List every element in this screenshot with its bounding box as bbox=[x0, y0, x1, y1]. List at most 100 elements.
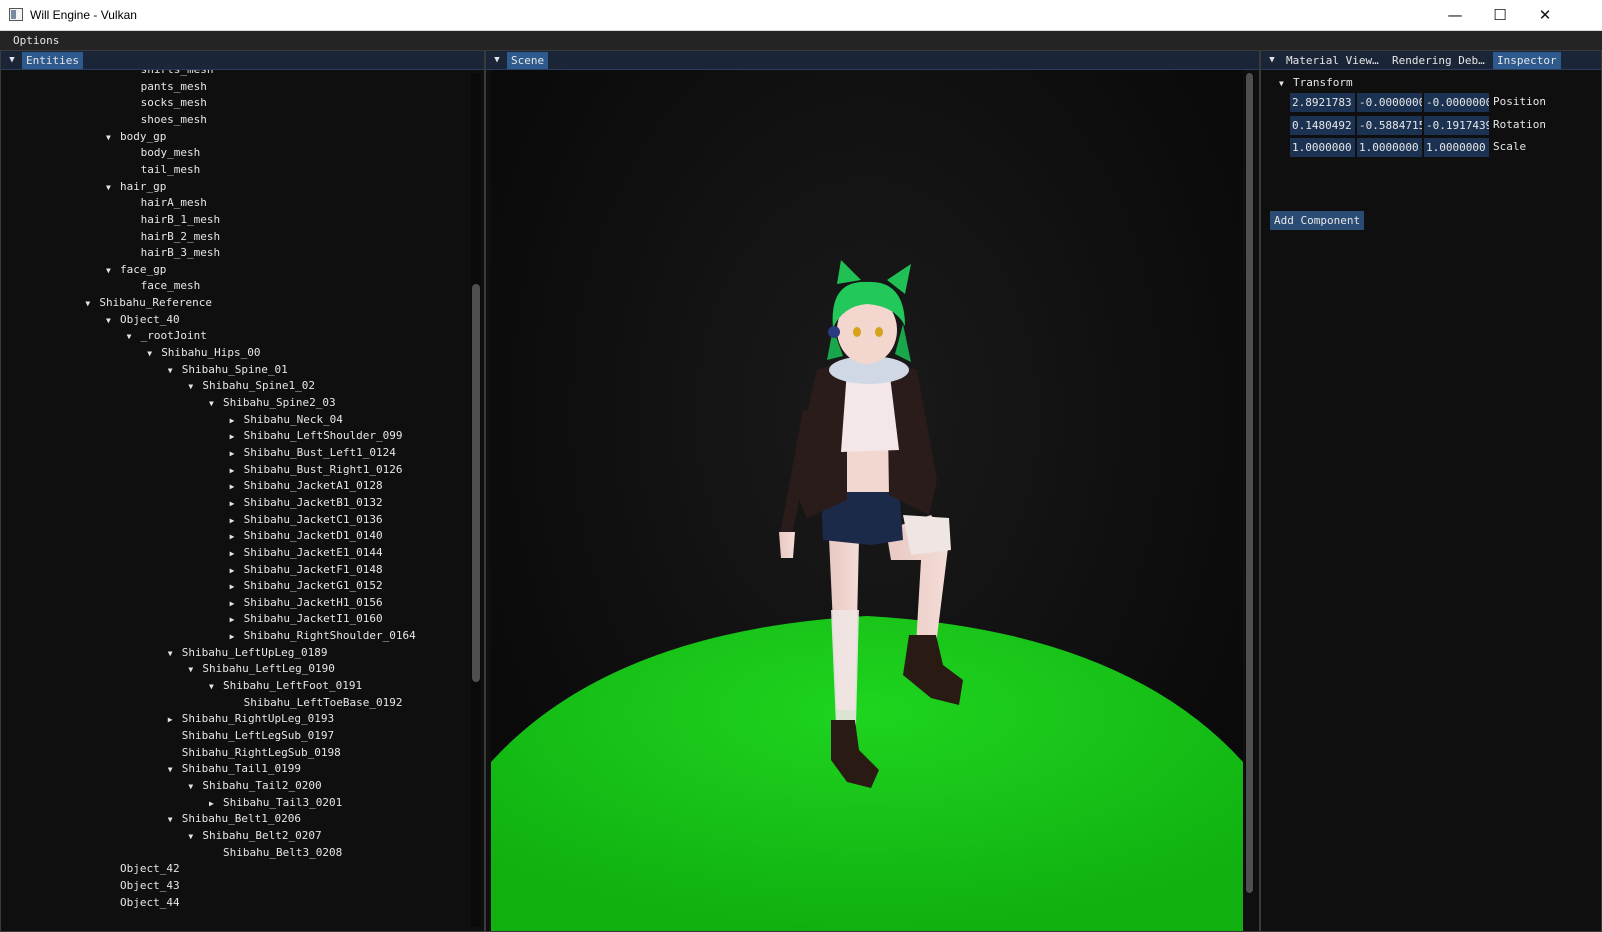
expanded-arrow-icon[interactable]: ▼ bbox=[188, 779, 202, 795]
tree-node[interactable]: ▶ Shibahu_JacketB1_0132 bbox=[230, 495, 383, 511]
expanded-arrow-icon[interactable]: ▼ bbox=[106, 130, 120, 146]
tree-node[interactable]: ▼ Shibahu_LeftFoot_0191 bbox=[209, 678, 362, 694]
minimize-button[interactable]: — bbox=[1432, 0, 1478, 30]
expanded-arrow-icon[interactable]: ▼ bbox=[106, 263, 120, 279]
tree-node[interactable]: body_mesh bbox=[127, 145, 201, 161]
collapsed-arrow-icon[interactable]: ▶ bbox=[230, 513, 244, 529]
scale-y-input[interactable]: 1.0000000 bbox=[1357, 138, 1422, 157]
tree-node[interactable]: ▼ body_gp bbox=[106, 129, 166, 145]
expanded-arrow-icon[interactable]: ▼ bbox=[106, 313, 120, 329]
expanded-arrow-icon[interactable]: ▼ bbox=[168, 363, 182, 379]
tree-node[interactable]: hairB_2_mesh bbox=[127, 229, 220, 245]
tree-node[interactable]: Object_44 bbox=[106, 895, 180, 911]
rotation-y-input[interactable]: -0.5884715 bbox=[1357, 116, 1422, 135]
tree-node[interactable]: ▼ face_gp bbox=[106, 262, 166, 278]
tree-node[interactable]: ▶ Shibahu_JacketD1_0140 bbox=[230, 528, 383, 544]
tree-node[interactable]: ▶ Shibahu_JacketI1_0160 bbox=[230, 611, 383, 627]
collapsed-arrow-icon[interactable]: ▶ bbox=[230, 413, 244, 429]
expanded-arrow-icon[interactable]: ▼ bbox=[106, 180, 120, 196]
tree-node[interactable]: ▼ Shibahu_Belt1_0206 bbox=[168, 811, 301, 827]
scale-x-input[interactable]: 1.0000000 bbox=[1290, 138, 1355, 157]
menu-options[interactable]: Options bbox=[13, 34, 59, 47]
position-y-input[interactable]: -0.0000000 bbox=[1357, 93, 1422, 112]
scale-z-input[interactable]: 1.0000000 bbox=[1424, 138, 1489, 157]
collapsed-arrow-icon[interactable]: ▶ bbox=[230, 446, 244, 462]
maximize-button[interactable]: ☐ bbox=[1477, 0, 1523, 30]
tree-node[interactable]: Shibahu_RightLegSub_0198 bbox=[168, 745, 341, 761]
position-z-input[interactable]: -0.0000000 bbox=[1424, 93, 1489, 112]
tree-node[interactable]: ▶ Shibahu_JacketA1_0128 bbox=[230, 478, 383, 494]
tree-node[interactable]: ▶ Shibahu_Bust_Left1_0124 bbox=[230, 445, 396, 461]
expanded-arrow-icon[interactable]: ▼ bbox=[147, 346, 161, 362]
tab-material-view[interactable]: Material View… bbox=[1282, 52, 1383, 69]
collapsed-arrow-icon[interactable]: ▶ bbox=[230, 579, 244, 595]
tree-node[interactable]: ▼ Shibahu_Spine2_03 bbox=[209, 395, 336, 411]
tree-node[interactable]: ▼ hair_gp bbox=[106, 179, 166, 195]
entity-tree-scrollbar[interactable] bbox=[471, 73, 481, 927]
tree-node[interactable]: socks_mesh bbox=[127, 95, 207, 111]
collapsed-arrow-icon[interactable]: ▶ bbox=[230, 629, 244, 645]
expanded-arrow-icon[interactable]: ▼ bbox=[188, 662, 202, 678]
tree-node[interactable]: ▶ Shibahu_Neck_04 bbox=[230, 412, 343, 428]
collapsed-arrow-icon[interactable]: ▶ bbox=[230, 529, 244, 545]
position-x-input[interactable]: 2.8921783 bbox=[1290, 93, 1355, 112]
tree-node[interactable]: ▼ Shibahu_LeftLeg_0190 bbox=[188, 661, 334, 677]
scene-scrollbar[interactable] bbox=[1245, 73, 1254, 893]
expanded-arrow-icon[interactable]: ▼ bbox=[209, 679, 223, 695]
tree-node[interactable]: ▼ Shibahu_Spine_01 bbox=[168, 362, 288, 378]
tree-node[interactable]: ▶ Shibahu_JacketC1_0136 bbox=[230, 512, 383, 528]
tree-node[interactable]: ▶ Shibahu_RightShoulder_0164 bbox=[230, 628, 416, 644]
collapsed-arrow-icon[interactable]: ▶ bbox=[230, 429, 244, 445]
scrollbar-thumb[interactable] bbox=[472, 284, 480, 682]
tree-node[interactable]: ▶ Shibahu_JacketG1_0152 bbox=[230, 578, 383, 594]
tab-rendering-debug[interactable]: Rendering Deb… bbox=[1388, 52, 1489, 69]
panel-menu-icon[interactable]: ▼ bbox=[6, 54, 18, 66]
tree-node[interactable]: shirts_mesh bbox=[127, 70, 214, 78]
tree-node[interactable]: ▶ Shibahu_JacketF1_0148 bbox=[230, 562, 383, 578]
tree-node[interactable]: ▶ Shibahu_RightUpLeg_0193 bbox=[168, 711, 334, 727]
tree-node[interactable]: face_mesh bbox=[127, 278, 201, 294]
scrollbar-thumb[interactable] bbox=[1246, 73, 1253, 893]
expanded-arrow-icon[interactable]: ▼ bbox=[168, 812, 182, 828]
tree-node[interactable]: pants_mesh bbox=[127, 79, 207, 95]
tree-node[interactable]: ▼ Object_40 bbox=[106, 312, 180, 328]
collapsed-arrow-icon[interactable]: ▶ bbox=[230, 596, 244, 612]
panel-menu-icon[interactable]: ▼ bbox=[1266, 54, 1278, 66]
tree-node[interactable]: Object_43 bbox=[106, 878, 180, 894]
tree-node[interactable]: ▶ Shibahu_Bust_Right1_0126 bbox=[230, 462, 403, 478]
tree-node[interactable]: ▼ Shibahu_Spine1_02 bbox=[188, 378, 315, 394]
tree-node[interactable]: shoes_mesh bbox=[127, 112, 207, 128]
collapsed-arrow-icon[interactable]: ▶ bbox=[209, 796, 223, 812]
collapsed-arrow-icon[interactable]: ▶ bbox=[230, 563, 244, 579]
tree-node[interactable]: ▼ Shibahu_Tail1_0199 bbox=[168, 761, 301, 777]
rotation-z-input[interactable]: -0.1917439 bbox=[1424, 116, 1489, 135]
tree-node[interactable]: ▼ Shibahu_Reference bbox=[85, 295, 212, 311]
tab-inspector[interactable]: Inspector bbox=[1493, 52, 1561, 69]
tree-node[interactable]: Shibahu_LeftLegSub_0197 bbox=[168, 728, 334, 744]
tree-node[interactable]: hairA_mesh bbox=[127, 195, 207, 211]
tree-node[interactable]: ▼ Shibahu_Belt2_0207 bbox=[188, 828, 321, 844]
scene-viewport[interactable] bbox=[491, 70, 1243, 931]
collapsed-arrow-icon[interactable]: ▶ bbox=[230, 612, 244, 628]
panel-menu-icon[interactable]: ▼ bbox=[491, 54, 503, 66]
tree-node[interactable]: ▼ Shibahu_Hips_00 bbox=[147, 345, 260, 361]
tree-node[interactable]: ▶ Shibahu_Tail3_0201 bbox=[209, 795, 342, 811]
add-component-button[interactable]: Add Component bbox=[1270, 211, 1365, 230]
collapsed-arrow-icon[interactable]: ▶ bbox=[168, 712, 182, 728]
expanded-arrow-icon[interactable]: ▼ bbox=[188, 379, 202, 395]
expanded-arrow-icon[interactable]: ▼ bbox=[168, 762, 182, 778]
expanded-arrow-icon[interactable]: ▼ bbox=[85, 296, 99, 312]
tree-node[interactable]: ▼ _rootJoint bbox=[127, 328, 207, 344]
collapsed-arrow-icon[interactable]: ▶ bbox=[230, 546, 244, 562]
expanded-arrow-icon[interactable]: ▼ bbox=[209, 396, 223, 412]
expanded-arrow-icon[interactable]: ▼ bbox=[168, 646, 182, 662]
tree-node[interactable]: ▶ Shibahu_LeftShoulder_099 bbox=[230, 428, 403, 444]
transform-section-header[interactable]: ▼ Transform bbox=[1279, 76, 1353, 89]
rotation-x-input[interactable]: 0.1480492 bbox=[1290, 116, 1355, 135]
tree-node[interactable]: Shibahu_Belt3_0208 bbox=[209, 845, 342, 861]
expanded-arrow-icon[interactable]: ▼ bbox=[188, 829, 202, 845]
tree-node[interactable]: Shibahu_LeftToeBase_0192 bbox=[230, 695, 403, 711]
tree-node[interactable]: ▼ Shibahu_Tail2_0200 bbox=[188, 778, 321, 794]
tree-node[interactable]: hairB_3_mesh bbox=[127, 245, 220, 261]
tab-scene[interactable]: Scene bbox=[507, 52, 549, 69]
